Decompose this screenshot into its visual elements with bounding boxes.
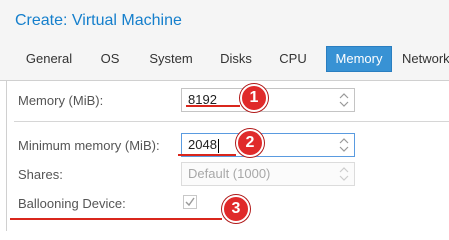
min-memory-value: 2048 xyxy=(188,137,217,152)
annotation-underline-3 xyxy=(10,218,222,220)
tab-system[interactable]: System xyxy=(140,47,202,71)
tab-general[interactable]: General xyxy=(16,47,82,71)
spinner-icon[interactable] xyxy=(339,136,349,154)
annotation-badge-3: 3 xyxy=(222,195,250,223)
tab-memory[interactable]: Memory xyxy=(326,46,392,72)
separator xyxy=(14,121,449,122)
tab-os[interactable]: OS xyxy=(90,47,130,71)
tab-bar: General OS System Disks CPU Memory Netwo… xyxy=(0,40,449,81)
memory-input[interactable]: 8192 xyxy=(181,88,355,112)
ballooning-checkbox[interactable] xyxy=(183,195,197,209)
window-title-bar: Create: Virtual Machine xyxy=(0,0,449,41)
shares-label: Shares: xyxy=(18,167,63,182)
tab-disks[interactable]: Disks xyxy=(212,47,260,71)
annotation-underline-2 xyxy=(178,154,236,156)
spinner-icon[interactable] xyxy=(339,91,349,109)
text-cursor xyxy=(217,138,219,153)
panel-border xyxy=(6,81,7,231)
annotation-badge-2: 2 xyxy=(236,129,264,157)
ballooning-label: Ballooning Device: xyxy=(18,196,126,211)
tab-cpu[interactable]: CPU xyxy=(270,47,316,71)
window-title: Create: Virtual Machine xyxy=(15,12,182,29)
shares-placeholder: Default (1000) xyxy=(188,166,271,181)
memory-label: Memory (MiB): xyxy=(18,93,104,108)
spinner-icon[interactable] xyxy=(339,165,349,183)
shares-input[interactable]: Default (1000) xyxy=(181,162,355,186)
min-memory-label: Minimum memory (MiB): xyxy=(18,138,160,153)
tab-network[interactable]: Network xyxy=(402,47,449,71)
check-icon xyxy=(185,197,195,207)
annotation-underline-1 xyxy=(186,105,240,107)
annotation-badge-1: 1 xyxy=(240,84,268,112)
